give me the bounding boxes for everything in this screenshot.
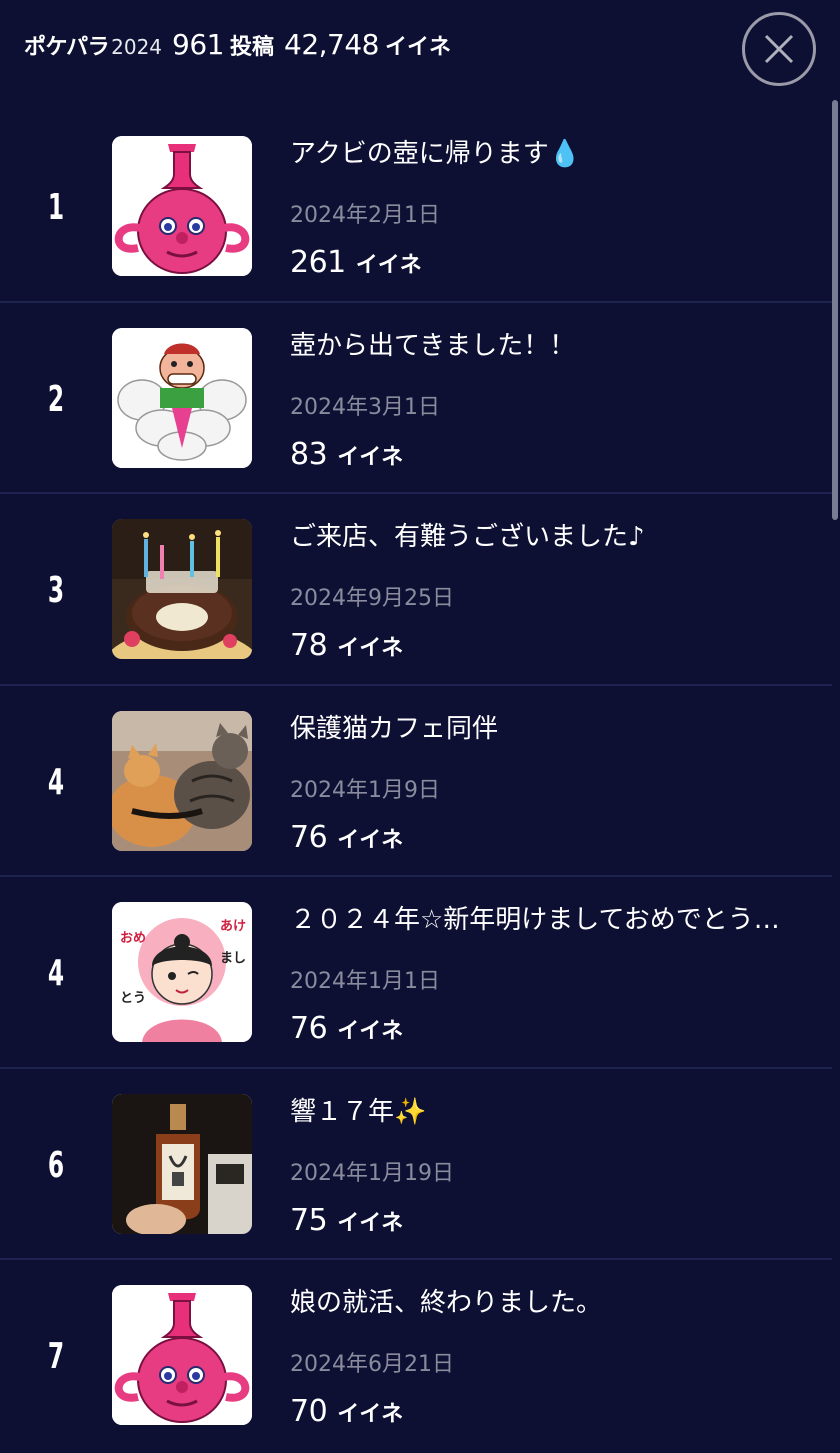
- likes-count: 70: [290, 1394, 328, 1429]
- likes-unit: イイネ: [337, 1210, 404, 1236]
- pink-jar-character-image: [112, 1285, 252, 1425]
- post-title: 保護猫カフェ同伴: [290, 713, 499, 744]
- post-title: アクビの壺に帰ります💧: [290, 139, 582, 169]
- likes-unit: イイネ: [337, 1402, 404, 1427]
- post-thumbnail[interactable]: [112, 519, 252, 659]
- post-date: 2024年1月9日: [290, 777, 440, 803]
- post-thumbnail[interactable]: [112, 1285, 252, 1425]
- birthday-cake-photo-image: [112, 519, 252, 659]
- post-thumbnail[interactable]: [112, 327, 252, 468]
- post-thumbnail[interactable]: [112, 136, 252, 276]
- likes-unit: イイネ: [337, 827, 404, 853]
- post-likes: 75 イイネ: [290, 1203, 403, 1238]
- like-count-unit: イイネ: [384, 35, 451, 60]
- scrollbar[interactable]: [832, 100, 838, 520]
- post-title: 壺から出てきました！！: [290, 330, 576, 361]
- post-date: 2024年9月25日: [290, 586, 454, 611]
- close-button[interactable]: [742, 12, 816, 86]
- ranking-list: 1 アクビの壺に帰ります💧 2024年2月1日 261 イイネ 2 壺から出てき…: [0, 111, 832, 1452]
- post-likes: 261 イイネ: [290, 245, 422, 280]
- likes-count: 76: [290, 819, 328, 855]
- ranking-row[interactable]: 1 アクビの壺に帰ります💧 2024年2月1日 261 イイネ: [0, 111, 832, 303]
- rank-number: 7: [47, 1336, 65, 1377]
- post-date: 2024年3月1日: [290, 394, 440, 420]
- post-date: 2024年1月1日: [290, 969, 440, 994]
- ranking-row[interactable]: 6 響１７年✨ 2024年1月19日 75 イイネ: [0, 1069, 832, 1260]
- new-year-girl-illustration-image: おめ あけ まし とう: [112, 902, 252, 1042]
- app-name: ポケパラ: [24, 35, 110, 60]
- post-title: 娘の就活、終わりました。: [290, 1288, 603, 1318]
- post-likes: 78 イイネ: [290, 628, 403, 663]
- rank-number: 2: [47, 378, 65, 420]
- rank-number: 4: [47, 953, 65, 994]
- svg-text:とう: とう: [120, 991, 146, 1006]
- cats-photo-image: [112, 710, 252, 851]
- genie-on-cloud-image: [112, 327, 252, 468]
- likes-count: 75: [290, 1202, 328, 1238]
- ranking-row[interactable]: 3 ご来店、有難うございました♪ 2024年9月25日 78 イイネ: [0, 494, 832, 686]
- post-date: 2024年1月19日: [290, 1160, 454, 1186]
- svg-text:まし: まし: [220, 951, 246, 966]
- rank-number: 3: [47, 570, 65, 611]
- post-title: 響１７年✨: [290, 1096, 427, 1127]
- likes-unit: イイネ: [337, 636, 404, 661]
- likes-unit: イイネ: [355, 253, 422, 278]
- year-label: 2024: [111, 35, 163, 59]
- ranking-row[interactable]: 2 壺から出てきました！！ 2024年3月1日 83 イイネ: [0, 303, 832, 494]
- close-icon: [764, 34, 794, 64]
- post-count: 961: [172, 28, 224, 61]
- svg-text:あけ: あけ: [220, 919, 246, 934]
- whisky-bottle-photo-image: [112, 1093, 252, 1234]
- likes-count: 261: [290, 245, 346, 280]
- ranking-row[interactable]: 4 保護猫カフェ同伴 2024年1月9日 76 イイネ: [0, 686, 832, 877]
- ranking-row[interactable]: 4 おめ あけ まし とう ２０２４年☆新年明けましておめでとう… 2024年1…: [0, 877, 832, 1069]
- post-date: 2024年6月21日: [290, 1352, 454, 1377]
- likes-count: 83: [290, 436, 328, 472]
- likes-unit: イイネ: [337, 444, 404, 470]
- post-count-unit: 投稿: [229, 35, 274, 60]
- svg-text:おめ: おめ: [120, 931, 146, 946]
- post-date: 2024年2月1日: [290, 203, 440, 228]
- header: ポケパラ 2024 961 投稿 42,748 イイネ: [0, 0, 840, 100]
- post-likes: 76 イイネ: [290, 820, 403, 855]
- post-title: ２０２４年☆新年明けましておめでとう…: [290, 905, 780, 935]
- post-thumbnail[interactable]: [112, 710, 252, 851]
- ranking-row[interactable]: 7 娘の就活、終わりました。 2024年6月21日 70 イイネ: [0, 1260, 832, 1452]
- post-thumbnail[interactable]: [112, 1093, 252, 1234]
- likes-unit: イイネ: [337, 1019, 404, 1044]
- rank-number: 1: [47, 187, 65, 228]
- post-title: ご来店、有難うございました♪: [290, 522, 645, 552]
- likes-count: 76: [290, 1011, 328, 1046]
- rank-number: 4: [47, 761, 65, 803]
- like-count: 42,748: [284, 28, 379, 61]
- post-likes: 70 イイネ: [290, 1394, 403, 1429]
- post-thumbnail[interactable]: おめ あけ まし とう: [112, 902, 252, 1042]
- rank-number: 6: [47, 1144, 65, 1186]
- post-likes: 76 イイネ: [290, 1011, 403, 1046]
- header-title: ポケパラ 2024 961 投稿 42,748 イイネ: [24, 28, 451, 61]
- post-likes: 83 イイネ: [290, 437, 403, 472]
- likes-count: 78: [290, 628, 328, 663]
- pink-jar-character-image: [112, 136, 252, 276]
